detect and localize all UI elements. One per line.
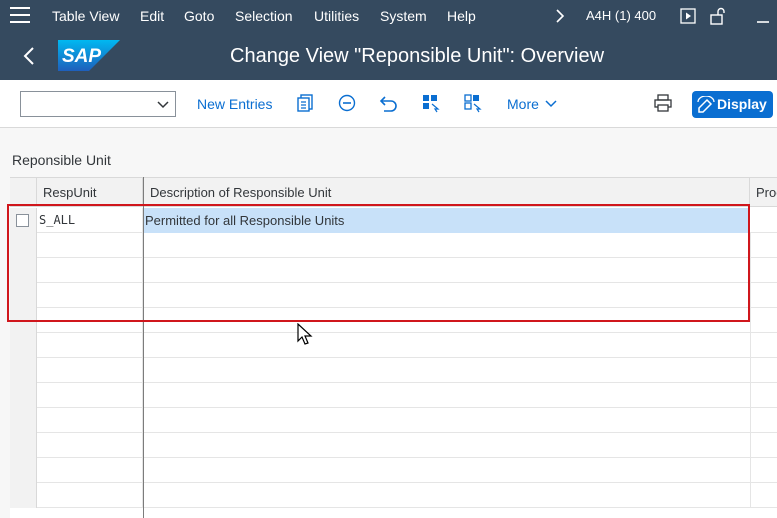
display-label: Display	[717, 96, 767, 112]
chevron-right-icon[interactable]	[554, 9, 566, 23]
back-icon[interactable]	[22, 46, 36, 66]
display-icon	[697, 96, 715, 113]
empty-cell[interactable]	[750, 233, 777, 258]
title-bar: SAP Change View "Reponsible Unit": Overv…	[0, 32, 777, 80]
select-column-header[interactable]	[10, 178, 37, 207]
play-icon[interactable]	[680, 8, 696, 24]
menu-goto[interactable]: Goto	[184, 8, 214, 24]
display-button[interactable]: Display	[692, 91, 773, 118]
empty-cell[interactable]	[37, 358, 143, 383]
toolbar: New Entries More Display	[0, 80, 777, 128]
table-row[interactable]	[10, 358, 777, 383]
menu-system[interactable]: System	[380, 8, 427, 24]
row-selector[interactable]	[10, 433, 37, 458]
print-icon[interactable]	[653, 93, 673, 113]
empty-cell[interactable]	[750, 458, 777, 483]
row-selector[interactable]	[10, 458, 37, 483]
more-button[interactable]: More	[507, 96, 539, 112]
copy-icon[interactable]	[296, 93, 316, 113]
table-row[interactable]	[10, 458, 777, 483]
column-header-description[interactable]: Description of Responsible Unit	[144, 178, 750, 207]
empty-cell[interactable]	[750, 433, 777, 458]
select-all-icon[interactable]	[421, 93, 441, 113]
chevron-down-icon[interactable]	[544, 98, 558, 110]
empty-cell[interactable]	[750, 383, 777, 408]
mouse-cursor-icon	[297, 323, 313, 345]
undo-icon[interactable]	[379, 93, 399, 113]
system-info: A4H (1) 400	[586, 8, 657, 23]
minimize-icon[interactable]	[755, 8, 771, 24]
column-header-respunit[interactable]: RespUnit	[37, 178, 143, 207]
empty-cell[interactable]	[750, 258, 777, 283]
empty-cell[interactable]	[750, 283, 777, 308]
menu-table-view[interactable]: Table View	[52, 8, 119, 24]
table-row[interactable]	[10, 383, 777, 408]
empty-cell[interactable]	[37, 408, 143, 433]
empty-cell[interactable]	[750, 483, 777, 508]
action-dropdown[interactable]	[20, 91, 176, 117]
table-row[interactable]	[10, 433, 777, 458]
menu-edit[interactable]: Edit	[140, 8, 164, 24]
unlock-icon[interactable]	[709, 7, 727, 25]
empty-cell[interactable]	[37, 433, 143, 458]
empty-cell[interactable]	[37, 333, 143, 358]
cell-proc[interactable]	[750, 208, 777, 233]
empty-cell[interactable]	[37, 458, 143, 483]
row-selector[interactable]	[10, 333, 37, 358]
row-selector[interactable]	[10, 408, 37, 433]
menu-help[interactable]: Help	[447, 8, 476, 24]
svg-text:SAP: SAP	[62, 46, 101, 67]
row-selector[interactable]	[10, 358, 37, 383]
row-selector[interactable]	[10, 483, 37, 508]
table-row[interactable]	[10, 333, 777, 358]
page-title: Change View "Reponsible Unit": Overview	[230, 45, 605, 67]
empty-cell[interactable]	[750, 308, 777, 333]
section-title: Reponsible Unit	[12, 152, 111, 168]
deselect-icon[interactable]	[463, 93, 483, 113]
empty-cell[interactable]	[750, 333, 777, 358]
empty-cell[interactable]	[37, 483, 143, 508]
highlight-box	[7, 204, 750, 322]
delete-icon[interactable]	[337, 93, 357, 113]
empty-cell[interactable]	[37, 383, 143, 408]
menu-selection[interactable]: Selection	[235, 8, 293, 24]
menu-utilities[interactable]: Utilities	[314, 8, 359, 24]
new-entries-button[interactable]: New Entries	[197, 96, 272, 112]
menu-icon[interactable]	[10, 7, 30, 25]
empty-cell[interactable]	[750, 358, 777, 383]
row-selector[interactable]	[10, 383, 37, 408]
chevron-down-icon	[157, 101, 169, 109]
empty-cell[interactable]	[750, 408, 777, 433]
table-row[interactable]	[10, 408, 777, 433]
sap-logo: SAP	[58, 40, 120, 71]
menu-bar: Table View Edit Goto Selection Utilities…	[0, 0, 777, 32]
column-header-proc[interactable]: Proc	[750, 178, 777, 207]
table-row[interactable]	[10, 483, 777, 508]
